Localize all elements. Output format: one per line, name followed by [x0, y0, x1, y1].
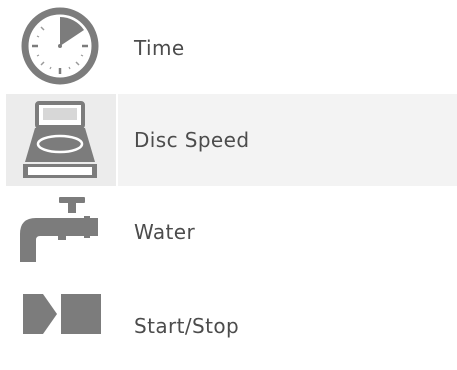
menu-item-water[interactable]: Water	[6, 186, 457, 278]
label-cell: Disc Speed	[118, 94, 457, 186]
disc-speed-icon	[23, 101, 97, 178]
label-cell: Start/Stop	[118, 278, 457, 370]
menu-item-label: Water	[134, 220, 196, 244]
icon-cell	[6, 2, 116, 94]
menu-item-start-stop[interactable]: Start/Stop	[6, 278, 457, 345]
clock-icon	[21, 7, 99, 85]
label-cell: Time	[118, 2, 457, 94]
menu-item-disc-speed[interactable]: Disc Speed	[6, 94, 457, 186]
icon-cell	[6, 94, 116, 186]
menu-item-time[interactable]: Time	[6, 2, 457, 94]
menu-item-label: Disc Speed	[134, 128, 250, 152]
stop-icon	[61, 294, 101, 334]
settings-menu: Time Disc Speed Water Start/Stop	[0, 0, 457, 345]
menu-item-label: Time	[134, 36, 185, 60]
menu-item-label: Start/Stop	[134, 314, 240, 338]
start-stop-icon	[23, 294, 101, 334]
icon-cell	[6, 278, 116, 345]
label-cell: Water	[118, 186, 457, 278]
play-icon	[23, 294, 57, 334]
water-tap-icon	[20, 197, 98, 262]
icon-cell	[6, 186, 116, 278]
